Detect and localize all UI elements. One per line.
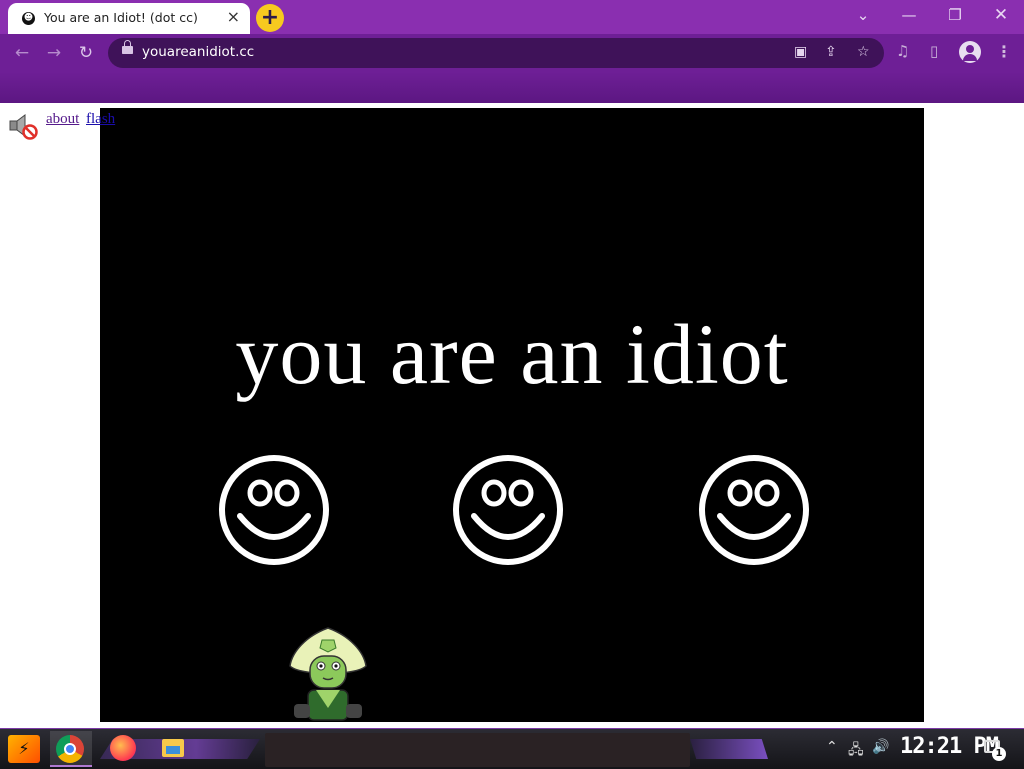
show-hidden-icons-button[interactable]: ⌃ [826,739,838,755]
side-panel-icon[interactable]: ▯ [930,42,938,60]
flash-link[interactable]: flash [86,111,115,128]
share-icon[interactable]: ⇪ [825,44,837,60]
active-tab[interactable]: ☻ You are an Idiot! (dot cc) × [8,3,250,34]
url-text[interactable]: youareanidiot.cc [142,44,254,60]
close-tab-button[interactable]: × [227,8,240,26]
menu-icon[interactable]: ⋮ [996,42,1012,61]
smiley-icon: ☻ [22,12,35,25]
sound-muted-icon[interactable] [8,112,38,140]
smiley-face-icon [219,455,329,565]
profile-avatar-icon[interactable] [959,41,981,63]
bookmark-bar [0,72,1024,103]
flash-stage[interactable]: you are an idiot [100,108,924,722]
web-page: about flash you are an idiot [0,104,1024,728]
minimize-button[interactable]: — [897,5,921,25]
close-window-button[interactable]: ✕ [989,5,1013,25]
taskbar-decoration [690,739,768,759]
firefox-icon[interactable] [110,735,136,761]
notification-badge: 1 [992,747,1006,761]
smiley-face-icon [699,455,809,565]
cartoon-character-image [289,627,367,721]
lock-icon[interactable] [122,40,133,54]
star-icon[interactable]: ☆ [857,44,870,60]
address-bar[interactable]: youareanidiot.cc ▣ ⇪ ☆ [108,38,884,68]
cast-icon[interactable]: ▣ [794,44,807,60]
taskbar-window-preview[interactable] [265,733,690,767]
title-bar: ☻ You are an Idiot! (dot cc) × + ⌄ — ❐ ✕ [0,0,1024,34]
stage-headline: you are an idiot [235,306,789,402]
browser-toolbar: ← → ↻ youareanidiot.cc ▣ ⇪ ☆ ♫ ▯ ⋮ [0,34,1024,72]
new-tab-button[interactable]: + [256,4,284,32]
forward-button[interactable]: → [42,41,66,65]
network-icon[interactable]: 🖧 [848,739,864,763]
volume-icon[interactable]: 🔊 [872,739,889,755]
file-explorer-icon[interactable] [162,739,184,757]
tab-search-button[interactable]: ⌄ [851,5,875,25]
smiley-face-icon [453,455,563,565]
back-button[interactable]: ← [10,41,34,65]
about-link[interactable]: about [46,111,79,128]
taskbar: ⚡ ⌃ 🖧 🔊 12:21 PM 1 [0,728,1024,769]
start-button[interactable]: ⚡ [8,735,40,763]
chrome-icon[interactable] [56,735,84,763]
tab-title: You are an Idiot! (dot cc) [44,10,198,25]
reload-button[interactable]: ↻ [74,41,98,65]
media-control-icon[interactable]: ♫ [896,42,909,60]
maximize-button[interactable]: ❐ [943,5,967,25]
